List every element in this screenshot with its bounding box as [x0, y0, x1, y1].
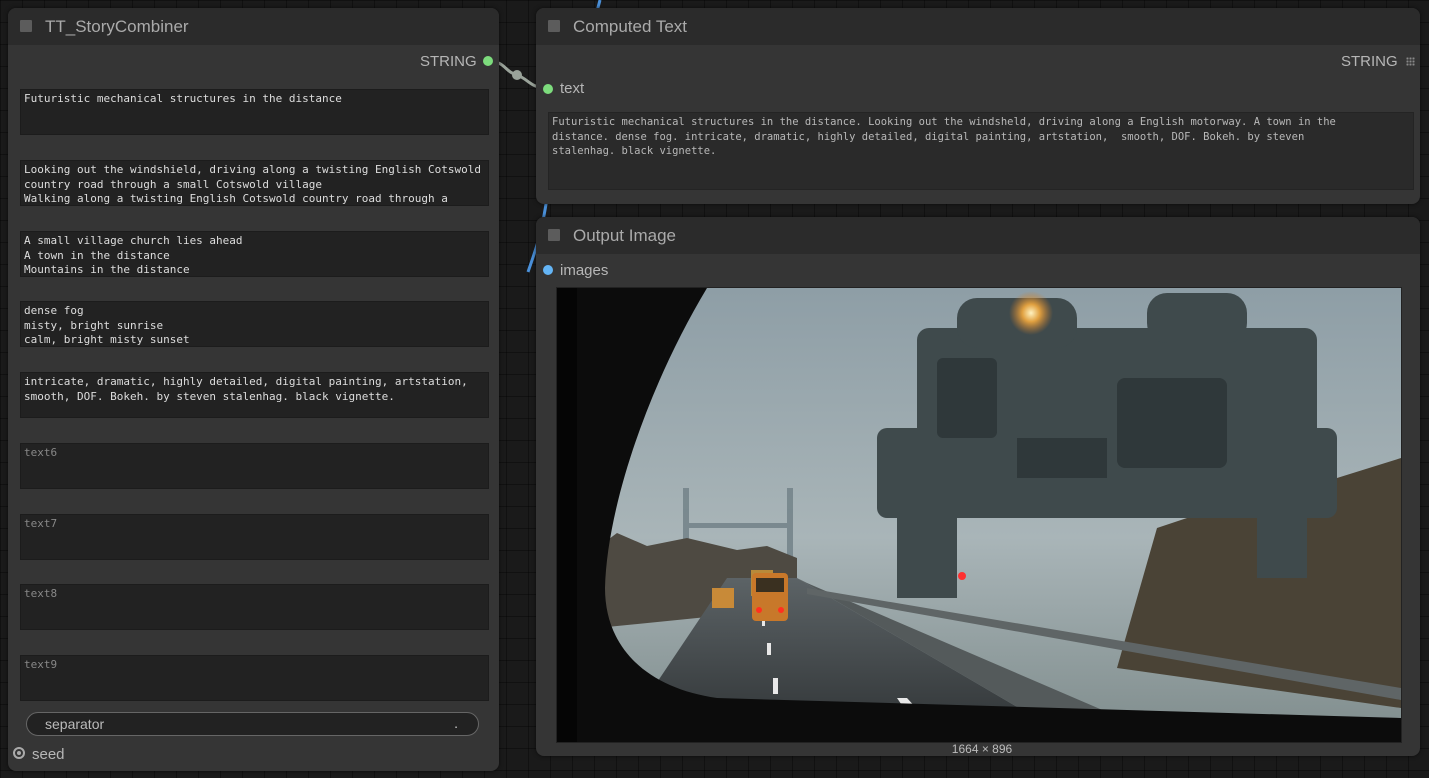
- input-label-images: images: [560, 262, 609, 279]
- link-midpoint[interactable]: [512, 70, 522, 80]
- image-dimensions: 1664 × 896: [951, 742, 1013, 756]
- node-header[interactable]: Output Image: [536, 217, 1420, 254]
- input-slot-text[interactable]: [543, 84, 553, 94]
- input-label-text: text: [560, 80, 585, 97]
- text3-field[interactable]: A small village church lies ahead A town…: [20, 231, 489, 277]
- output-label-string: STRING: [1341, 53, 1398, 70]
- output-image[interactable]: [556, 287, 1402, 743]
- collapse-toggle[interactable]: [548, 20, 560, 32]
- computed-text-display[interactable]: Futuristic mechanical structures in the …: [548, 112, 1414, 190]
- text5-field[interactable]: intricate, dramatic, highly detailed, di…: [20, 372, 489, 418]
- node-header[interactable]: Computed Text: [536, 8, 1420, 45]
- collapse-toggle[interactable]: [548, 229, 560, 241]
- output-image-node[interactable]: Output Image images 1664 × 896: [536, 217, 1420, 756]
- text7-field[interactable]: text7: [20, 514, 489, 560]
- collapse-toggle[interactable]: [20, 20, 32, 32]
- generated-image: [557, 288, 1401, 742]
- text2-field[interactable]: Looking out the windshield, driving alon…: [20, 160, 489, 206]
- separator-label: separator: [45, 716, 105, 732]
- text9-field[interactable]: text9: [20, 655, 489, 701]
- text1-field[interactable]: Futuristic mechanical structures in the …: [20, 89, 489, 135]
- node-title: Computed Text: [573, 17, 688, 36]
- computed-text-node[interactable]: Computed Text STRING text Futuristic mec…: [536, 8, 1420, 204]
- node-title: TT_StoryCombiner: [45, 17, 189, 36]
- separator-value: .: [454, 715, 458, 731]
- output-slot-string[interactable]: [483, 56, 493, 66]
- text6-field[interactable]: text6: [20, 443, 489, 489]
- input-slot-images[interactable]: [543, 265, 553, 275]
- separator-widget[interactable]: separator .: [26, 712, 479, 736]
- seed-label: seed: [32, 746, 65, 763]
- node-title: Output Image: [573, 226, 677, 245]
- output-label-string: STRING: [420, 53, 477, 70]
- text4-field[interactable]: dense fog misty, bright sunrise calm, br…: [20, 301, 489, 347]
- seed-input-slot[interactable]: [13, 747, 25, 759]
- node-header[interactable]: TT_StoryCombiner: [8, 8, 499, 45]
- grid-icon[interactable]: [1406, 57, 1415, 66]
- text8-field[interactable]: text8: [20, 584, 489, 630]
